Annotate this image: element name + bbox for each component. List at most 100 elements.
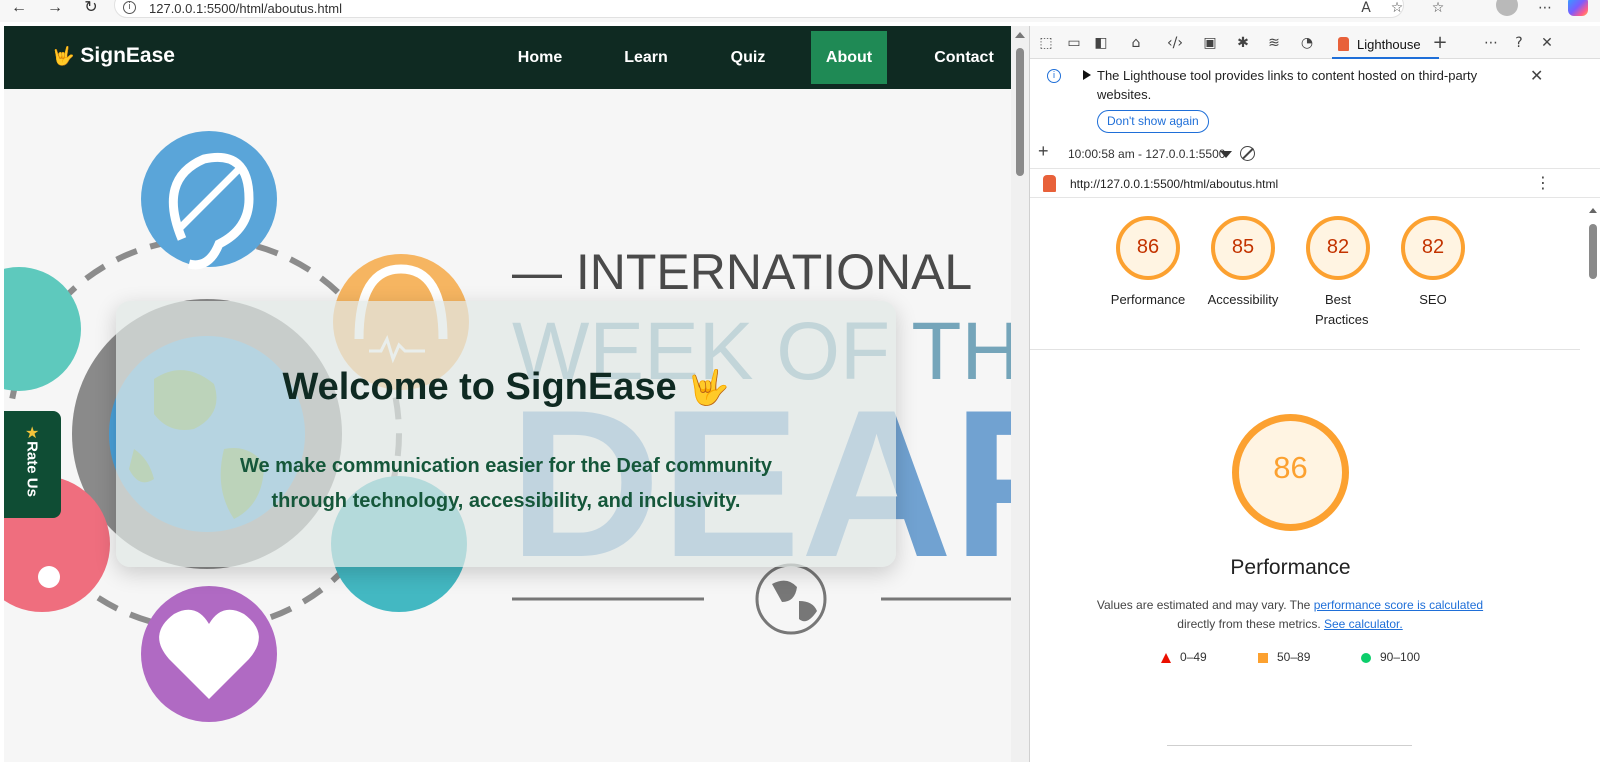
- favorites-icon[interactable]: ☆: [1428, 0, 1448, 18]
- page-scrollbar[interactable]: [1011, 26, 1029, 762]
- report-url-bar: http://127.0.0.1:5500/html/aboutus.html …: [1030, 168, 1600, 198]
- devtools-panel: ⬚ ▭ ◧ ⌂ ‹/› ▣ ✱ ≋ ◔ Lighthouse + ⋯ ? ✕ i…: [1029, 26, 1600, 762]
- welcome-home-icon[interactable]: ⌂: [1126, 34, 1146, 52]
- devtools-scrollbar[interactable]: [1585, 202, 1600, 762]
- help-icon[interactable]: ?: [1509, 34, 1529, 52]
- dropdown-caret-icon[interactable]: [1220, 151, 1232, 158]
- tagline-line-2: through technology, accessibility, and i…: [271, 490, 741, 512]
- site-info-icon[interactable]: i: [123, 1, 136, 14]
- more-tools-icon[interactable]: ⋯: [1481, 34, 1501, 52]
- hero-section: — INTERNATIONAL WEEK OF TH DEAF Welcome …: [4, 89, 1011, 762]
- gauge-label: Best Practices: [1315, 292, 1369, 327]
- score-note: Values are estimated and may vary. The p…: [1070, 596, 1510, 634]
- dock-side-icon[interactable]: ◧: [1091, 34, 1111, 52]
- gauge-label: Performance: [1110, 292, 1186, 307]
- divider: [1167, 745, 1412, 746]
- tab-lighthouse[interactable]: Lighthouse: [1332, 30, 1439, 59]
- webpage-viewport: 🤟SignEase Home Learn Quiz About Contact: [4, 26, 1029, 762]
- close-icon[interactable]: ✕: [1530, 66, 1543, 85]
- address-bar[interactable]: i 127.0.0.1:5500/html/aboutus.html: [114, 0, 1404, 18]
- rate-us-label: Rate Us: [23, 441, 41, 497]
- favorite-star-icon[interactable]: ☆: [1387, 0, 1407, 18]
- score-gauge-best-practices[interactable]: 82 Best Practices: [1293, 216, 1383, 336]
- legend-average: 50–89: [1258, 650, 1310, 664]
- info-icon: i: [1047, 69, 1061, 83]
- legend-range: 90–100: [1380, 650, 1421, 664]
- read-aloud-icon[interactable]: A: [1356, 0, 1376, 18]
- back-icon[interactable]: ←: [8, 0, 30, 18]
- lighthouse-icon: [1043, 175, 1056, 192]
- kebab-menu-icon[interactable]: ⋮: [1535, 173, 1551, 192]
- devtools-toolbar: ⬚ ▭ ◧ ⌂ ‹/› ▣ ✱ ≋ ◔ Lighthouse + ⋯ ? ✕: [1030, 26, 1600, 59]
- site-logo[interactable]: 🤟 SignEase: [52, 44, 175, 68]
- score-gauge-accessibility[interactable]: 85 Accessibility: [1198, 216, 1288, 336]
- profile-avatar[interactable]: [1496, 0, 1518, 16]
- sources-bug-icon[interactable]: ✱: [1233, 34, 1253, 52]
- performance-heading: Performance: [1230, 556, 1351, 579]
- more-icon[interactable]: ⋯: [1535, 0, 1555, 18]
- lighthouse-icon: [1338, 37, 1349, 51]
- gauge-score: 86: [1136, 236, 1160, 258]
- close-devtools-icon[interactable]: ✕: [1537, 34, 1557, 52]
- welcome-title: Welcome to SignEase 🤟: [116, 366, 896, 409]
- note-text-1: Values are estimated and may vary. The: [1096, 598, 1311, 612]
- welcome-card: [116, 301, 896, 567]
- nav-learn[interactable]: Learn: [610, 31, 682, 84]
- tagline-line-1: We make communication easier for the Dea…: [239, 455, 772, 477]
- tab-lighthouse-label: Lighthouse: [1357, 37, 1421, 52]
- see-calculator-link[interactable]: See calculator.: [1324, 617, 1403, 631]
- network-wifi-icon[interactable]: ≋: [1264, 34, 1284, 52]
- hero-tagline: We make communication easier for the Dea…: [116, 449, 896, 519]
- reload-icon[interactable]: ↻: [80, 0, 102, 18]
- scroll-up-icon[interactable]: [1015, 32, 1025, 38]
- square-icon: [1258, 652, 1268, 663]
- score-calculated-link[interactable]: performance score is calculated: [1314, 598, 1483, 612]
- nav-home[interactable]: Home: [504, 31, 576, 84]
- hand-sign-icon: 🤟: [687, 368, 730, 408]
- expand-triangle-icon[interactable]: [1083, 70, 1091, 80]
- gauge-score: 82: [1421, 236, 1445, 258]
- performance-score-large: 86: [1273, 450, 1308, 485]
- circle-icon: [1361, 652, 1371, 663]
- score-gauge-seo[interactable]: 82 SEO: [1388, 216, 1478, 336]
- legend-range: 0–49: [1180, 650, 1207, 664]
- report-selector-bar: + 10:00:58 am - 127.0.0.1:5500: [1030, 140, 1600, 166]
- brand-name: SignEase: [80, 44, 175, 67]
- nav-about[interactable]: About: [811, 31, 887, 84]
- clear-reports-icon[interactable]: [1240, 146, 1255, 161]
- scrollbar-thumb[interactable]: [1016, 48, 1024, 176]
- third-party-notice: The Lighthouse tool provides links to co…: [1097, 68, 1478, 102]
- gauge-label: SEO: [1419, 292, 1447, 307]
- legend-pass: 90–100: [1361, 650, 1420, 664]
- divider: [1030, 349, 1580, 350]
- new-report-icon[interactable]: +: [1038, 141, 1049, 162]
- inspect-element-icon[interactable]: ⬚: [1036, 34, 1056, 52]
- scrollbar-thumb[interactable]: [1589, 224, 1597, 279]
- performance-gauge-icon[interactable]: ◔: [1297, 34, 1317, 52]
- nav-quiz[interactable]: Quiz: [712, 31, 784, 84]
- report-url[interactable]: http://127.0.0.1:5500/html/aboutus.html: [1070, 177, 1278, 191]
- scroll-up-icon[interactable]: [1589, 208, 1597, 213]
- gauge-score: 85: [1231, 236, 1255, 258]
- dont-show-again-button[interactable]: Don't show again: [1097, 110, 1209, 133]
- gauge-score: 82: [1326, 236, 1350, 258]
- triangle-icon: [1161, 652, 1171, 663]
- rate-us-button[interactable]: ★ Rate Us: [4, 411, 61, 518]
- address-url[interactable]: 127.0.0.1:5500/html/aboutus.html: [149, 1, 342, 16]
- welcome-title-text: Welcome to SignEase: [282, 366, 677, 408]
- score-gauge-performance[interactable]: 86 Performance: [1103, 216, 1193, 336]
- nav-contact[interactable]: Contact: [926, 31, 1002, 84]
- hand-sign-icon: 🤟: [52, 46, 75, 67]
- copilot-icon[interactable]: [1568, 0, 1588, 16]
- device-emulation-icon[interactable]: ▭: [1064, 34, 1084, 52]
- add-tool-icon[interactable]: +: [1430, 34, 1450, 52]
- star-icon: ★: [25, 423, 40, 442]
- legend-fail: 0–49: [1161, 650, 1207, 664]
- forward-icon[interactable]: →: [44, 0, 66, 18]
- legend-range: 50–89: [1277, 650, 1311, 664]
- console-tab-icon[interactable]: ▣: [1200, 34, 1220, 52]
- report-timestamp[interactable]: 10:00:58 am - 127.0.0.1:5500: [1068, 147, 1225, 161]
- site-navbar: 🤟 SignEase Home Learn Quiz About Contact: [4, 26, 1011, 89]
- hero-bg-text-1: — INTERNATIONAL: [512, 244, 972, 300]
- elements-tab-icon[interactable]: ‹/›: [1165, 34, 1185, 52]
